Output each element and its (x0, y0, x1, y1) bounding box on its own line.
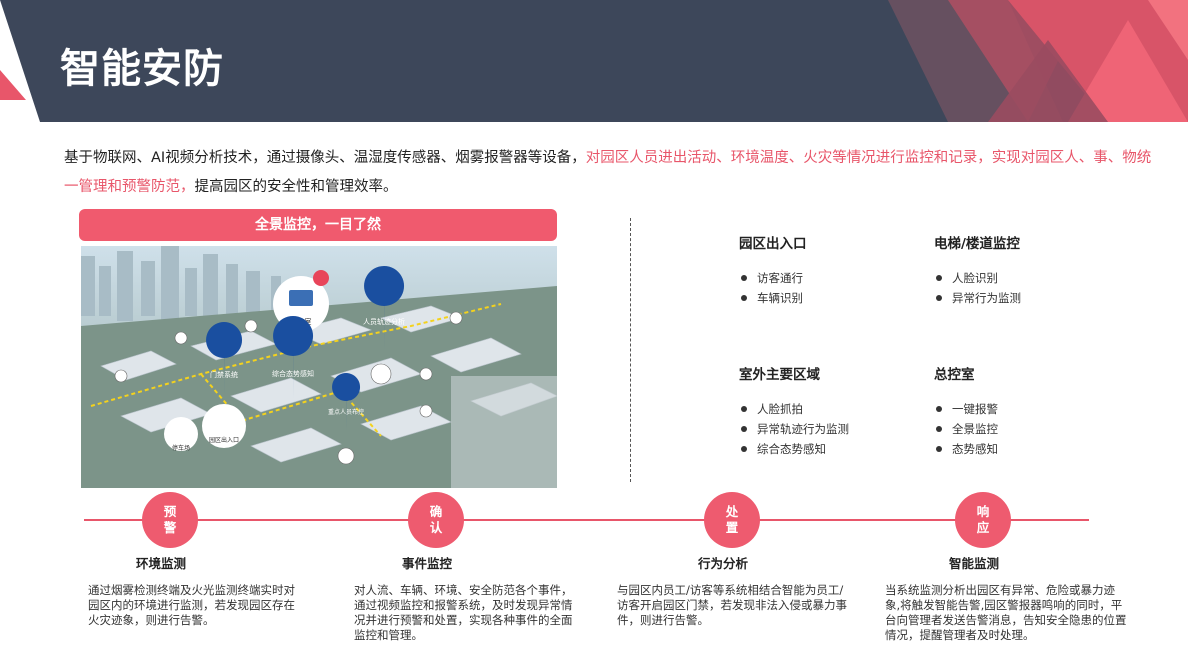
intro-text-part2: 提高园区的安全性和管理效率。 (194, 179, 398, 195)
park-overview-illustration: 总控室 人员轨迹分析 综合态势感知 门禁系统 重点人员布控 园区出入口 停车场 (81, 246, 557, 488)
step-title: 行为分析 (698, 556, 749, 571)
step-title: 事件监控 (402, 556, 453, 571)
feature-item: 异常行为监测 (934, 288, 1021, 308)
step-node-handle: 处置 (704, 492, 760, 548)
feature-item: 综合态势感知 (739, 439, 849, 459)
feature-title: 室外主要区域 (739, 367, 820, 383)
step-description: 当系统监测分析出园区有异常、危险或暴力迹象,将触发智能告警,园区警报器鸣响的同时… (885, 583, 1127, 642)
step-node-confirm: 确认 (408, 492, 464, 548)
intro-text-part1: 基于物联网、AI视频分析技术，通过摄像头、温湿度传感器、烟雾报警器等设备， (64, 150, 586, 166)
feature-gate: 园区出入口 访客通行 车辆识别 (739, 232, 807, 308)
step-title: 智能监测 (949, 556, 1000, 571)
feature-item: 人脸抓拍 (739, 399, 849, 419)
situation-pin-label: 综合态势感知 (272, 369, 314, 378)
access-pin-label: 门禁系统 (210, 370, 238, 379)
step-node-respond: 响应 (955, 492, 1011, 548)
feature-title: 电梯/楼道监控 (934, 236, 1020, 252)
header-left-accent (0, 70, 26, 100)
feature-item: 异常轨迹行为监测 (739, 419, 849, 439)
gate-label: 园区出入口 (209, 436, 239, 444)
personnel-pin-label: 人员轨迹分析 (363, 317, 405, 326)
feature-outdoor: 室外主要区域 人脸抓拍 异常轨迹行为监测 综合态势感知 (739, 363, 849, 459)
feature-item: 态势感知 (934, 439, 998, 459)
panorama-banner: 全景监控，一目了然 (79, 209, 557, 241)
park-overview-image: 总控室 人员轨迹分析 综合态势感知 门禁系统 重点人员布控 园区出入口 停车场 (81, 246, 557, 488)
feature-item: 人脸识别 (934, 268, 1021, 288)
step-description: 对人流、车辆、环境、安全防范各个事件，通过视频监控和报警系统，及时发现异常情况并… (354, 583, 573, 642)
header-triangle-decoration (888, 0, 1188, 122)
key-personnel-pin-label: 重点人员布控 (328, 408, 364, 416)
parking-label: 停车场 (172, 444, 190, 452)
feature-title: 园区出入口 (739, 236, 807, 252)
feature-item: 一键报警 (934, 399, 998, 419)
step-description: 与园区内员工/访客等系统相结合智能为员工/访客开启园区门禁，若发现非法入侵或暴力… (617, 583, 847, 627)
step-title: 环境监测 (136, 556, 187, 571)
page-title: 智能安防 (60, 46, 224, 92)
header-band: 智能安防 (0, 0, 1188, 122)
feature-control-room: 总控室 一键报警 全景监控 态势感知 (934, 363, 998, 459)
intro-paragraph: 基于物联网、AI视频分析技术，通过摄像头、温湿度传感器、烟雾报警器等设备，对园区… (64, 144, 1154, 202)
step-node-warning: 预警 (142, 492, 198, 548)
header-left-cut (0, 0, 40, 122)
feature-item: 全景监控 (934, 419, 998, 439)
timeline-line (84, 519, 1089, 521)
feature-item: 访客通行 (739, 268, 807, 288)
feature-item: 车辆识别 (739, 288, 807, 308)
feature-title: 总控室 (934, 367, 975, 383)
section-divider (630, 218, 631, 482)
step-description: 通过烟雾检测终端及火光监测终端实时对园区内的环境进行监测，若发现园区存在火灾迹象… (88, 583, 295, 627)
feature-elevator: 电梯/楼道监控 人脸识别 异常行为监测 (934, 232, 1021, 308)
